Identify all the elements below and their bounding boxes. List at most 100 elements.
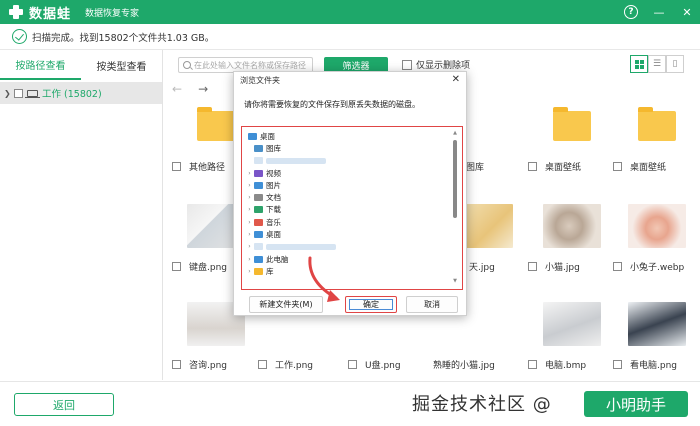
dialog-message: 请你将需要恢复的文件保存到原丢失数据的磁盘。 — [244, 100, 420, 109]
help-icon[interactable]: ? — [624, 5, 638, 19]
left-panel: 按路径查看 按类型查看 ❯ 工作 (15802) — [0, 50, 163, 380]
folder-tree-item[interactable]: › 图片 — [245, 179, 451, 191]
close-icon[interactable]: ✕ — [680, 5, 694, 19]
check-circle-icon — [12, 29, 27, 44]
dialog-close-icon[interactable]: ✕ — [452, 74, 460, 85]
rabbit-thumbnail — [628, 204, 686, 248]
file-tile[interactable]: 桌面壁纸 — [613, 96, 700, 173]
folder-tree-item[interactable]: › 文档 — [245, 191, 451, 203]
chevron-right-icon[interactable]: › — [245, 182, 254, 189]
file-checkbox[interactable] — [172, 162, 181, 171]
folder-scrollbar[interactable]: ▲ ▼ — [451, 130, 459, 284]
scan-status-text: 扫描完成。找到15802个文件共1.03 GB。 — [32, 32, 215, 44]
tab-by-type[interactable]: 按类型查看 — [81, 50, 162, 80]
chevron-right-icon[interactable]: ❯ — [4, 89, 14, 98]
back-arrow-icon[interactable]: ← — [172, 82, 182, 96]
scan-status-bar: 扫描完成。找到15802个文件共1.03 GB。 — [0, 24, 700, 50]
grid-icon — [634, 59, 644, 69]
file-checkbox[interactable] — [528, 360, 537, 369]
folder-icon — [197, 107, 235, 141]
only-deleted-label: 仅显示删除项 — [416, 61, 471, 71]
file-checkbox[interactable] — [528, 262, 537, 271]
folder-icon — [254, 144, 263, 152]
folder-label: 桌面 — [266, 230, 281, 240]
scroll-up-icon[interactable]: ▲ — [451, 130, 459, 136]
view-mode-buttons: ☰ ▯ — [630, 55, 684, 73]
dialog-title: 浏览文件夹 — [234, 72, 466, 89]
folder-label: 音乐 — [266, 217, 281, 227]
computer-thumbnail — [543, 302, 601, 346]
chevron-right-icon[interactable]: › — [245, 194, 254, 201]
file-tile[interactable]: 桌面壁纸 — [528, 96, 616, 173]
red-arrow-annotation — [308, 256, 340, 302]
file-name: 看电脑.png — [630, 361, 677, 371]
chevron-right-icon[interactable]: › — [245, 219, 254, 226]
detail-icon: ▯ — [672, 59, 678, 69]
folder-icon — [254, 218, 263, 226]
scroll-thumb[interactable] — [453, 140, 457, 218]
minimize-icon[interactable]: — — [652, 5, 666, 19]
nav-arrows: ← → — [172, 82, 208, 96]
tree-item-work-drive[interactable]: ❯ 工作 (15802) — [0, 82, 162, 104]
blurred-label — [266, 157, 326, 164]
file-name: 其他路径 — [189, 163, 226, 173]
file-tile[interactable]: 小猫.jpg — [528, 196, 616, 273]
chevron-right-icon[interactable]: › — [245, 256, 254, 263]
file-tile[interactable]: 电脑.bmp — [528, 294, 616, 371]
chevron-right-icon[interactable]: › — [245, 268, 254, 275]
scroll-down-icon[interactable]: ▼ — [451, 278, 459, 284]
folder-icon — [248, 132, 257, 140]
cancel-button[interactable]: 取消 — [406, 296, 458, 313]
file-checkbox[interactable] — [258, 360, 267, 369]
only-deleted-checkbox[interactable] — [402, 59, 412, 70]
file-checkbox[interactable] — [172, 360, 181, 369]
folder-icon — [254, 206, 263, 214]
app-subtitle: 数据恢复专家 — [85, 8, 140, 19]
folder-tree-item[interactable]: › 音乐 — [245, 216, 451, 228]
list-view-button[interactable]: ☰ — [648, 55, 666, 73]
grid-view-button[interactable] — [630, 55, 648, 73]
chevron-right-icon[interactable]: › — [245, 243, 254, 250]
app-logo: 数据蛙 — [8, 3, 71, 22]
file-checkbox[interactable] — [348, 360, 357, 369]
only-deleted-toggle[interactable]: 仅显示删除项 — [402, 58, 470, 71]
window-controls: ? — ✕ — [624, 0, 694, 24]
chevron-right-icon[interactable]: › — [245, 231, 254, 238]
title-bar: 数据蛙 数据恢复专家 ? — ✕ — [0, 0, 700, 24]
tab-by-path[interactable]: 按路径查看 — [0, 50, 81, 80]
file-checkbox[interactable] — [172, 262, 181, 271]
folder-tree-item[interactable]: › 视频 — [245, 167, 451, 179]
detail-view-button[interactable]: ▯ — [666, 55, 684, 73]
file-name: 咨询.png — [189, 361, 227, 371]
file-tile[interactable]: 看电脑.png — [613, 294, 700, 371]
folder-icon — [254, 231, 263, 239]
file-checkbox[interactable] — [613, 262, 622, 271]
folder-tree-item[interactable]: › 桌面 — [245, 228, 451, 240]
search-icon — [183, 61, 191, 69]
forward-arrow-icon[interactable]: → — [198, 82, 208, 96]
folder-icon — [254, 267, 263, 275]
folder-icon — [553, 107, 591, 141]
kitten-thumbnail — [543, 204, 601, 248]
file-checkbox[interactable] — [613, 360, 622, 369]
folder-icon — [254, 169, 263, 177]
folder-tree-item[interactable]: › 下载 — [245, 204, 451, 216]
chevron-right-icon[interactable]: › — [245, 170, 254, 177]
tree-checkbox[interactable] — [14, 88, 23, 98]
folder-label: 下载 — [266, 205, 281, 215]
laptop-thumbnail — [628, 302, 686, 346]
search-placeholder: 在此处输入文件名称或保存路径 — [194, 60, 306, 70]
file-checkbox[interactable] — [613, 162, 622, 171]
back-button[interactable]: 返回 — [14, 393, 114, 416]
file-checkbox[interactable] — [528, 162, 537, 171]
folder-tree-item[interactable]: 桌面 — [245, 130, 451, 142]
app-name: 数据蛙 — [29, 6, 72, 22]
chevron-right-icon[interactable]: › — [245, 206, 254, 213]
folder-icon — [254, 157, 263, 165]
recover-button[interactable]: 小明助手 — [584, 391, 688, 417]
folder-tree-item[interactable]: 图库 — [245, 142, 451, 154]
file-tile[interactable]: 小兔子.webp — [613, 196, 700, 273]
file-name: 电脑.bmp — [545, 361, 587, 371]
folder-label: 文档 — [266, 193, 281, 203]
folder-tree-item[interactable] — [245, 155, 451, 167]
